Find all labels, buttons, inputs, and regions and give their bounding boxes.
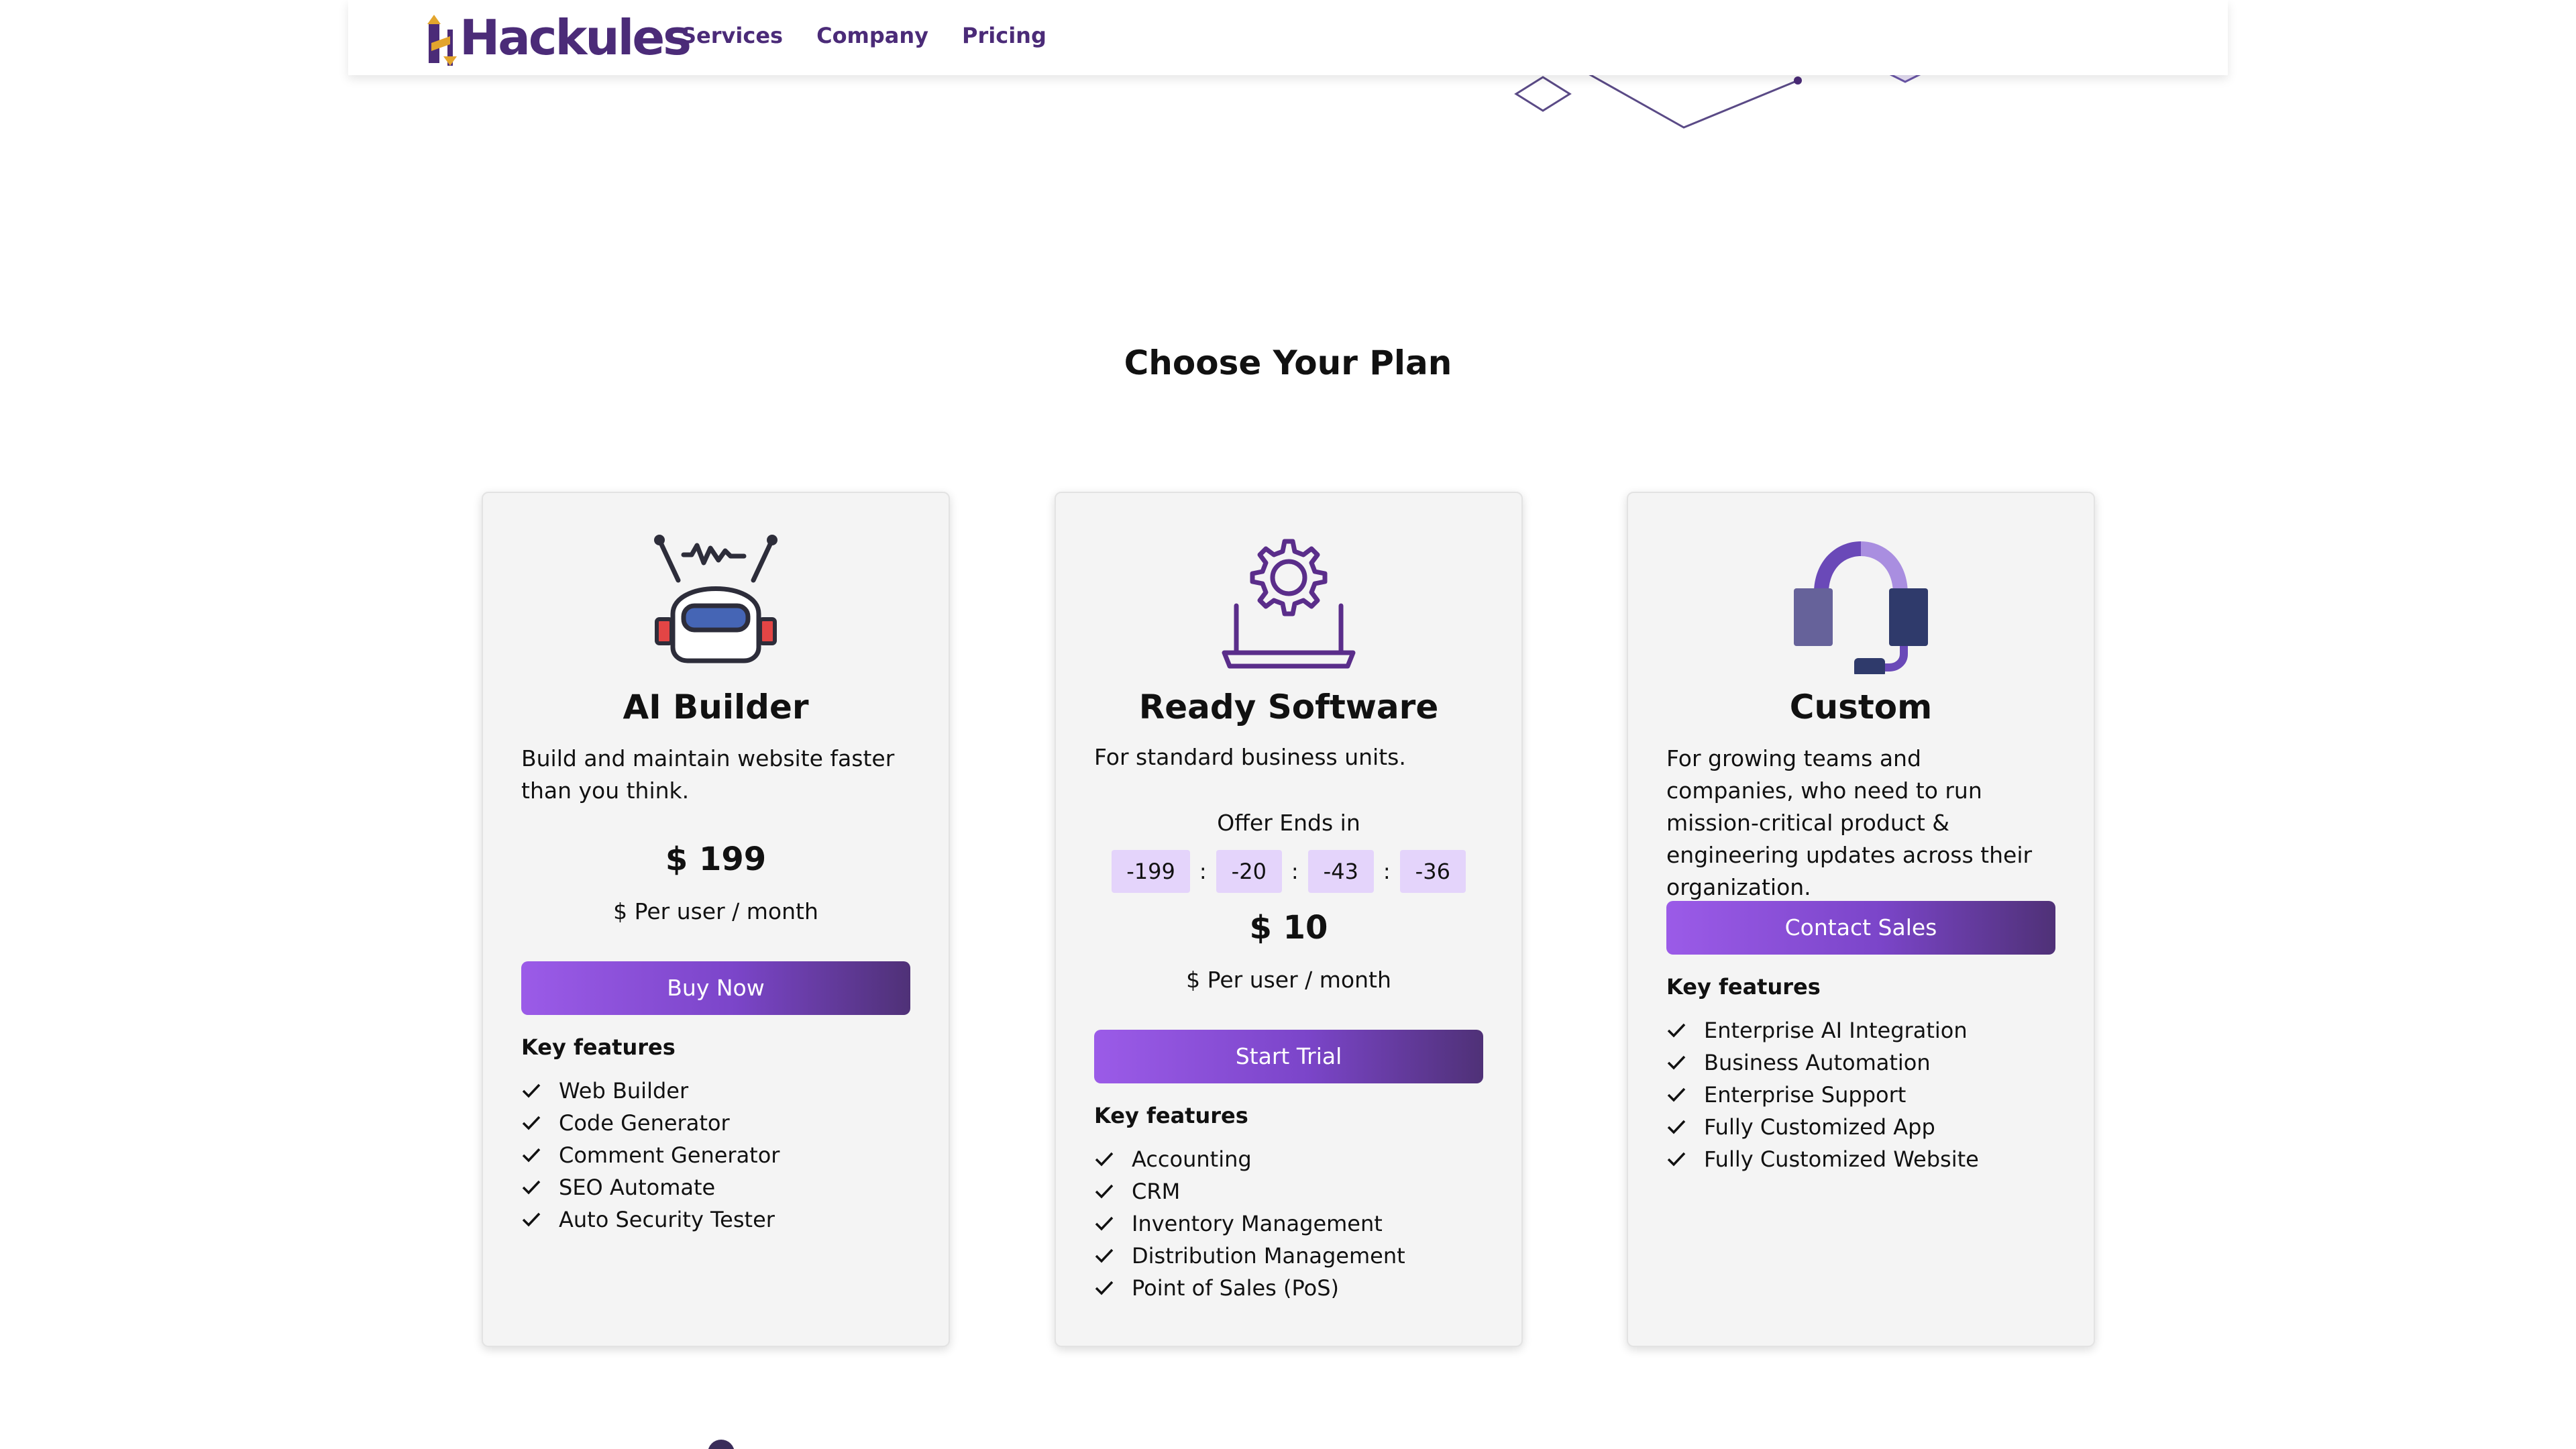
feature-item: Point of Sales (PoS) <box>1094 1272 1483 1304</box>
feature-label: Inventory Management <box>1132 1211 1383 1236</box>
check-icon <box>522 1083 541 1098</box>
feature-label: Fully Customized Website <box>1704 1146 1979 1172</box>
plan-card-ready-software: Ready Software For standard business uni… <box>1055 492 1523 1347</box>
headset-icon <box>1794 541 1928 674</box>
countdown-seconds: -36 <box>1399 850 1466 893</box>
feature-item: Comment Generator <box>521 1139 910 1171</box>
logo-h-mark <box>427 15 457 66</box>
check-icon <box>1667 1120 1686 1134</box>
check-icon <box>522 1212 541 1227</box>
feature-item: SEO Automate <box>521 1171 910 1203</box>
site-header: Hackules Services Company Pricing <box>348 0 2228 75</box>
check-icon <box>1667 1087 1686 1102</box>
key-features-label: Key features <box>521 1034 676 1060</box>
section-title: Choose Your Plan <box>1124 343 1452 382</box>
feature-label: Code Generator <box>559 1110 730 1136</box>
feature-list: Accounting CRM Inventory Management Dist… <box>1094 1143 1483 1304</box>
contact-sales-button[interactable]: Contact Sales <box>1666 901 2055 955</box>
countdown-separator: : <box>1199 859 1207 884</box>
plan-name: Ready Software <box>1138 688 1439 727</box>
main-nav: Services Company Pricing <box>681 23 1080 48</box>
feature-item: Fully Customized Website <box>1666 1143 2055 1175</box>
offer-ends-label: Offer Ends in <box>1217 810 1360 836</box>
feature-label: Auto Security Tester <box>559 1207 775 1232</box>
nav-pricing[interactable]: Pricing <box>962 23 1046 48</box>
check-icon <box>522 1180 541 1195</box>
feature-label: Web Builder <box>559 1078 689 1104</box>
feature-list: Web Builder Code Generator Comment Gener… <box>521 1075 910 1236</box>
countdown-days: -199 <box>1112 850 1190 893</box>
feature-item: Business Automation <box>1666 1046 2055 1079</box>
feature-item: Web Builder <box>521 1075 910 1107</box>
feature-item: Enterprise AI Integration <box>1666 1014 2055 1046</box>
feature-label: Enterprise AI Integration <box>1704 1018 1968 1043</box>
feature-label: Point of Sales (PoS) <box>1132 1275 1339 1301</box>
feature-label: Comment Generator <box>559 1142 780 1168</box>
feature-item: Distribution Management <box>1094 1240 1483 1272</box>
plan-price: $ 199 <box>665 841 767 878</box>
plan-price-unit: $ Per user / month <box>613 898 818 924</box>
feature-item: Inventory Management <box>1094 1208 1483 1240</box>
feature-label: Fully Customized App <box>1704 1114 1935 1140</box>
countdown-minutes: -43 <box>1307 850 1374 893</box>
robot-icon <box>654 535 777 663</box>
feature-item: Enterprise Support <box>1666 1079 2055 1111</box>
buy-now-button[interactable]: Buy Now <box>521 961 910 1015</box>
check-icon <box>1095 1281 1114 1295</box>
check-icon <box>522 1148 541 1163</box>
feature-list: Enterprise AI Integration Business Autom… <box>1666 1014 2055 1175</box>
check-icon <box>1667 1023 1686 1038</box>
logo-text: Hackules <box>460 9 692 66</box>
logo[interactable]: Hackules <box>422 9 692 66</box>
laptop-gear-icon <box>1222 539 1356 669</box>
countdown-hours: -20 <box>1216 850 1282 893</box>
feature-label: Distribution Management <box>1132 1243 1405 1269</box>
plan-card-custom: Custom For growing teams and companies, … <box>1627 492 2095 1347</box>
check-icon <box>1095 1152 1114 1167</box>
key-features-label: Key features <box>1094 1103 1248 1128</box>
countdown-separator: : <box>1383 859 1391 884</box>
plan-name: AI Builder <box>623 688 809 727</box>
feature-label: Enterprise Support <box>1704 1082 1907 1108</box>
plan-description: Build and maintain website faster than y… <box>521 745 895 804</box>
plan-description: For growing teams and companies, who nee… <box>1666 745 2033 900</box>
countdown-timer: -199 : -20 : -43 : -36 <box>1094 850 1483 893</box>
decorative-dot <box>708 1440 735 1449</box>
check-icon <box>1667 1055 1686 1070</box>
plan-price: $ 10 <box>1249 909 1328 947</box>
feature-item: Code Generator <box>521 1107 910 1139</box>
feature-item: Auto Security Tester <box>521 1203 910 1236</box>
check-icon <box>1095 1248 1114 1263</box>
plan-description: For standard business units. <box>1094 744 1406 770</box>
check-icon <box>522 1116 541 1130</box>
feature-item: Fully Customized App <box>1666 1111 2055 1143</box>
check-icon <box>1095 1216 1114 1231</box>
feature-label: Business Automation <box>1704 1050 1931 1075</box>
feature-label: Accounting <box>1132 1146 1252 1172</box>
plan-card-ai-builder: AI Builder Build and maintain website fa… <box>482 492 950 1347</box>
feature-item: CRM <box>1094 1175 1483 1208</box>
check-icon <box>1095 1184 1114 1199</box>
nav-company[interactable]: Company <box>816 23 928 48</box>
feature-label: CRM <box>1132 1179 1181 1204</box>
check-icon <box>1667 1152 1686 1167</box>
nav-services[interactable]: Services <box>681 23 783 48</box>
plan-price-unit: $ Per user / month <box>1186 967 1391 993</box>
countdown-separator: : <box>1291 859 1299 884</box>
plan-name: Custom <box>1789 688 1933 727</box>
feature-item: Accounting <box>1094 1143 1483 1175</box>
key-features-label: Key features <box>1666 974 1821 1000</box>
feature-label: SEO Automate <box>559 1175 716 1200</box>
start-trial-button[interactable]: Start Trial <box>1094 1030 1483 1083</box>
